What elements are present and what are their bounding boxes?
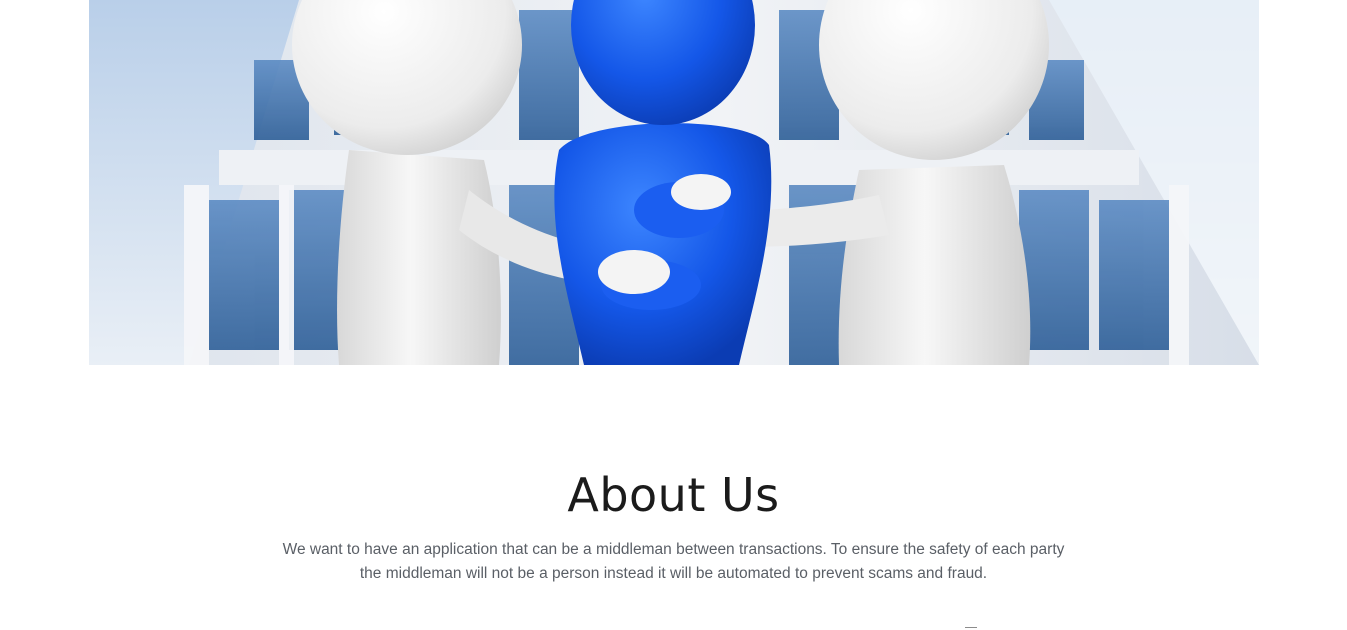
about-section: About Us We want to have an application …: [0, 365, 1347, 630]
hero-image: [89, 0, 1259, 365]
handshake-figures-illustration: [89, 0, 1259, 365]
about-description: We want to have an application that can …: [270, 538, 1077, 586]
about-description-line-1: We want to have an application that can …: [282, 541, 1065, 558]
blue-figure-center: [554, 0, 772, 365]
page: About Us We want to have an application …: [0, 0, 1347, 630]
about-title: About Us: [567, 468, 780, 522]
about-description-line-2: the middleman will not be a person inste…: [359, 565, 988, 582]
